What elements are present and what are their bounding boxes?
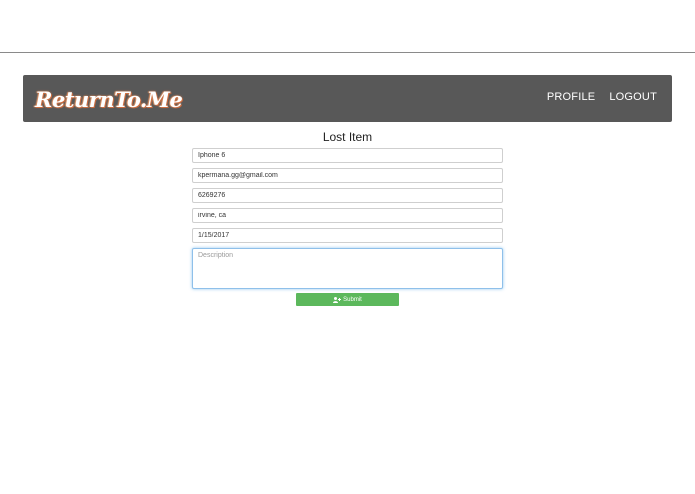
user-plus-icon: [333, 296, 342, 303]
nav-profile-link[interactable]: PROFILE: [547, 90, 595, 104]
navbar: ReturnTo.Me PROFILE LOGOUT: [23, 75, 672, 122]
description-textarea[interactable]: [192, 248, 503, 289]
phone-field[interactable]: [192, 188, 503, 203]
form-title: Lost Item: [322, 130, 373, 144]
nav-links: PROFILE LOGOUT: [547, 90, 657, 104]
brand-logo[interactable]: ReturnTo.Me: [35, 88, 183, 112]
top-divider: [0, 52, 695, 53]
submit-button-label: Submit: [343, 296, 362, 303]
item-name-field[interactable]: [192, 148, 503, 163]
submit-button[interactable]: Submit: [296, 293, 399, 306]
date-field[interactable]: [192, 228, 503, 243]
nav-logout-link[interactable]: LOGOUT: [609, 90, 657, 104]
location-field[interactable]: [192, 208, 503, 223]
email-field[interactable]: [192, 168, 503, 183]
